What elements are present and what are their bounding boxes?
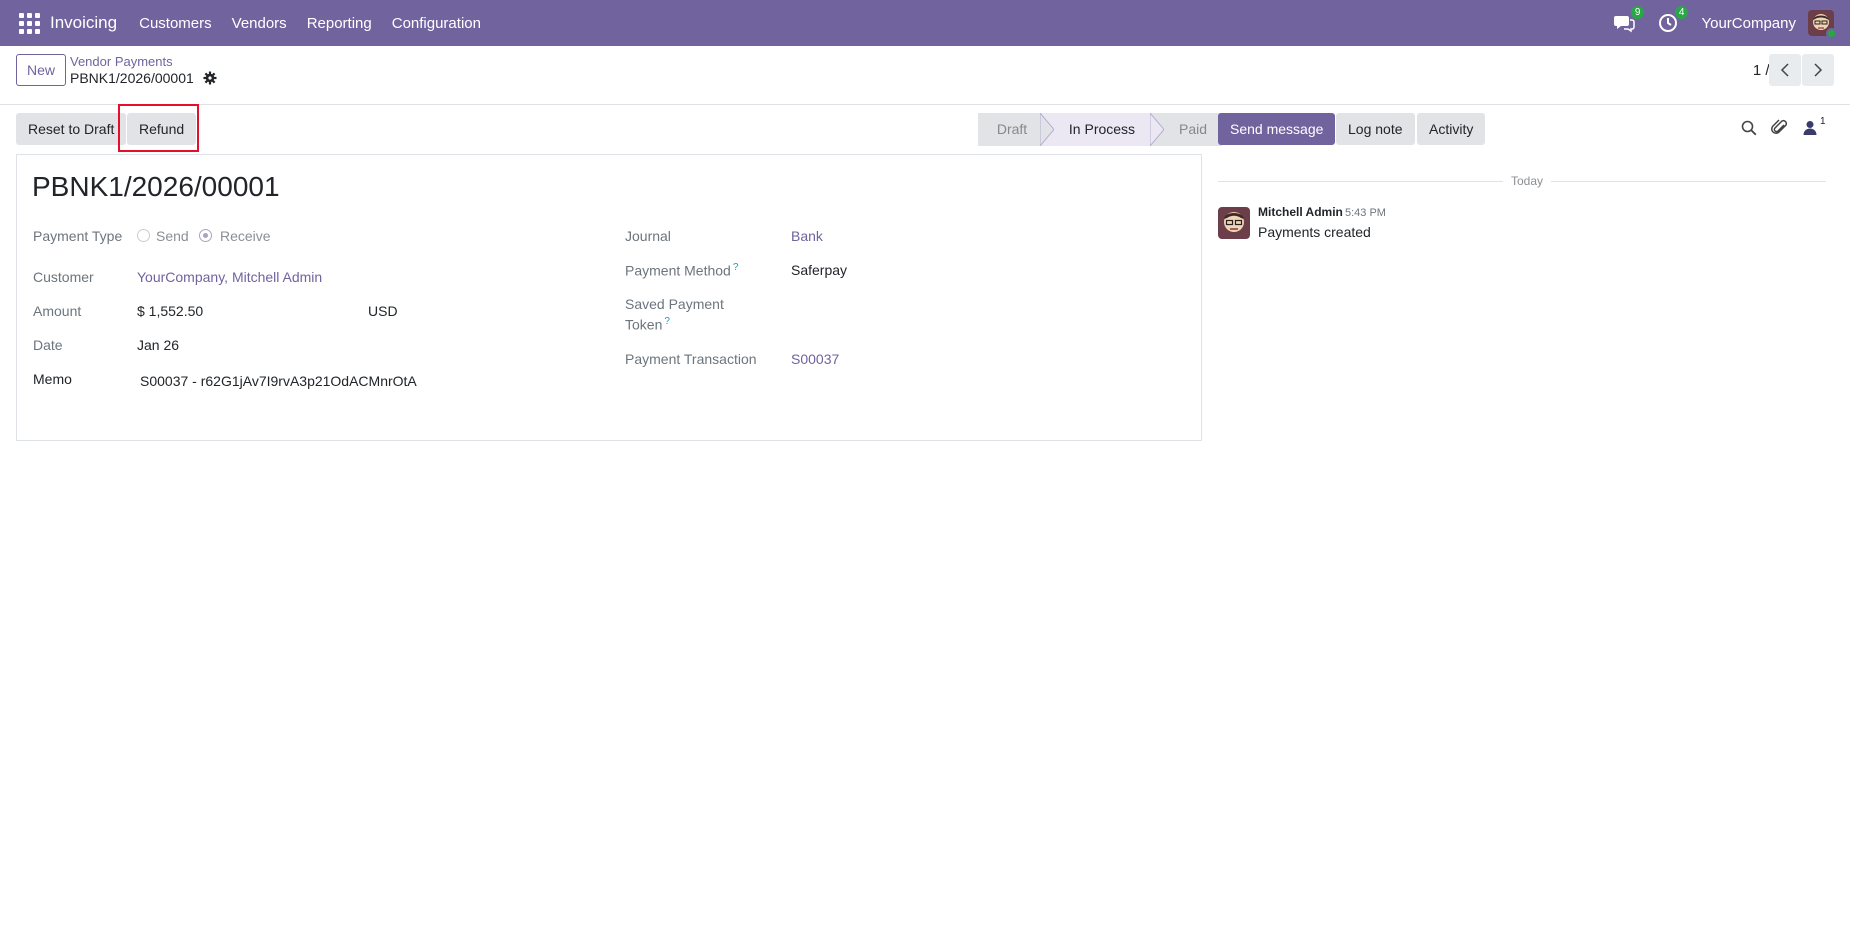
payment-transaction-label: Payment Transaction [625, 351, 757, 367]
memo-field[interactable]: S00037 - r62G1jAv7I9rvA3p21OdACMnrOtA [140, 373, 417, 389]
saved-token-label-line1: Saved Payment [625, 296, 724, 312]
stage-paid[interactable]: Paid [1164, 113, 1222, 146]
log-note-button[interactable]: Log note [1336, 113, 1415, 145]
user-avatar[interactable] [1808, 10, 1837, 39]
date-label: Date [33, 337, 63, 353]
journal-label: Journal [625, 228, 671, 244]
paperclip-icon[interactable] [1771, 119, 1789, 137]
memo-label: Memo [33, 371, 72, 387]
messages-badge: 9 [1630, 6, 1645, 19]
currency-field[interactable]: USD [368, 303, 398, 319]
status-bar: Draft In Process Paid [978, 113, 1222, 146]
customer-label: Customer [33, 269, 94, 285]
search-icon[interactable] [1741, 120, 1759, 138]
payment-method-label-text: Payment Method [625, 262, 731, 279]
payment-method-label: Payment Method? [625, 262, 738, 279]
stage-arrow [1040, 113, 1054, 146]
payment-method-help-icon[interactable]: ? [733, 262, 739, 273]
chevron-right-icon [1814, 63, 1823, 77]
activities-badge: 4 [1674, 6, 1689, 19]
pager-previous-button[interactable] [1769, 54, 1801, 86]
gear-icon[interactable] [203, 71, 217, 85]
amount-label: Amount [33, 303, 82, 319]
chevron-left-icon [1780, 63, 1789, 77]
customer-field[interactable]: YourCompany, Mitchell Admin [137, 269, 322, 285]
stage-in-process[interactable]: In Process [1054, 113, 1150, 146]
followers-icon[interactable] [1803, 120, 1821, 138]
saved-token-label-text: Token [625, 316, 663, 333]
message-time: 5:43 PM [1345, 207, 1386, 219]
breadcrumb-current-record: PBNK1/2026/00001 [70, 70, 194, 86]
payment-method-field[interactable]: Saferpay [791, 262, 847, 278]
stage-draft[interactable]: Draft [978, 113, 1040, 146]
message-author-avatar[interactable] [1218, 207, 1250, 239]
reset-to-draft-button[interactable]: Reset to Draft [16, 113, 127, 145]
online-status-dot [1826, 28, 1837, 39]
stage-arrow [1150, 113, 1164, 146]
menu-vendors[interactable]: Vendors [222, 15, 297, 32]
message-body: Payments created [1258, 224, 1371, 240]
refund-button[interactable]: Refund [127, 113, 197, 145]
breadcrumb-vendor-payments[interactable]: Vendor Payments [70, 54, 173, 69]
activity-button[interactable]: Activity [1417, 113, 1486, 145]
payment-transaction-field[interactable]: S00037 [791, 351, 839, 367]
radio-send[interactable] [137, 229, 150, 242]
company-switcher[interactable]: YourCompany [1701, 15, 1796, 32]
activities-clock-icon[interactable]: 4 [1657, 6, 1689, 34]
payment-type-label: Payment Type [33, 228, 123, 244]
journal-field[interactable]: Bank [791, 228, 823, 244]
saved-token-label-line2: Token? [625, 316, 670, 333]
date-separator-label: Today [1503, 174, 1552, 188]
message-author[interactable]: Mitchell Admin [1258, 205, 1343, 219]
saved-token-help-icon[interactable]: ? [664, 316, 670, 327]
menu-reporting[interactable]: Reporting [297, 15, 382, 32]
menu-customers[interactable]: Customers [129, 15, 222, 32]
amount-field[interactable]: $ 1,552.50 [137, 303, 203, 319]
record-title: PBNK1/2026/00001 [32, 171, 280, 202]
new-button[interactable]: New [16, 54, 67, 86]
app-name[interactable]: Invoicing [50, 13, 117, 33]
menu-configuration[interactable]: Configuration [382, 15, 491, 32]
control-panel: New Vendor Payments PBNK1/2026/00001 1 /… [0, 46, 1850, 105]
apps-menu-icon[interactable] [16, 10, 42, 36]
send-message-button[interactable]: Send message [1218, 113, 1336, 145]
top-navbar: Invoicing Customers Vendors Reporting Co… [0, 0, 1850, 46]
radio-receive-label[interactable]: Receive [220, 228, 271, 244]
date-field[interactable]: Jan 26 [137, 337, 179, 353]
messages-icon[interactable]: 9 [1613, 6, 1645, 34]
followers-count: 1 [1820, 116, 1826, 127]
radio-send-label[interactable]: Send [156, 228, 189, 244]
radio-receive[interactable] [199, 229, 212, 242]
pager-next-button[interactable] [1802, 54, 1834, 86]
